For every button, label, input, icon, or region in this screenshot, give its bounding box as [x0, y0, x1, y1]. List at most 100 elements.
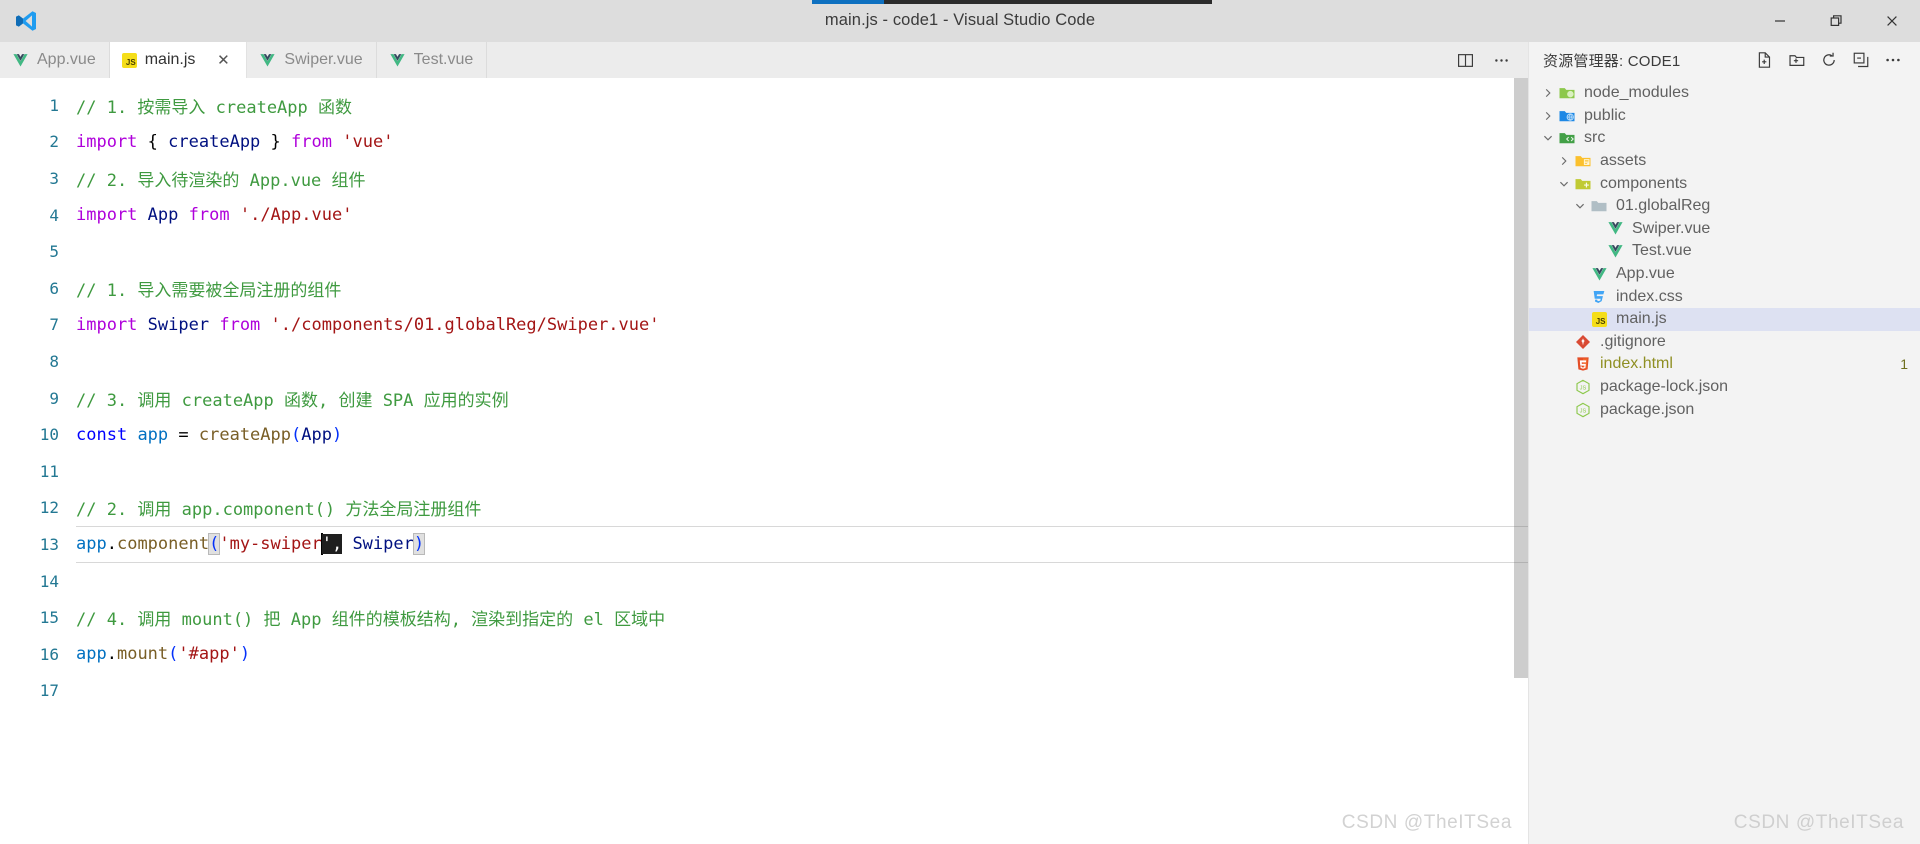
- code-line[interactable]: 8: [0, 343, 1528, 380]
- new-folder-icon[interactable]: [1782, 46, 1812, 74]
- tree-item-icon: [1588, 197, 1610, 215]
- line-number: 6: [49, 278, 59, 298]
- tree-item-package-json[interactable]: JS package.json: [1529, 398, 1920, 421]
- editor-vertical-scrollbar[interactable]: [1514, 78, 1528, 844]
- scrollbar-thumb[interactable]: [1514, 78, 1528, 678]
- code-token: './components/01.globalReg/Swiper.vue': [270, 314, 660, 335]
- editor-tab-bar: App.vue JS main.js ✕ Swiper.vue Test.vue: [0, 42, 1528, 78]
- tree-item-src[interactable]: src: [1529, 127, 1920, 150]
- code-line[interactable]: 2 import { createApp } from 'vue': [0, 124, 1528, 161]
- css-icon: [1591, 289, 1607, 305]
- split-editor-icon[interactable]: [1450, 45, 1480, 75]
- tree-item-label: package-lock.json: [1600, 378, 1729, 396]
- tree-item-main-js[interactable]: JS main.js: [1529, 307, 1920, 331]
- chevron-right-icon[interactable]: [1539, 110, 1556, 122]
- tree-item-icon: [1572, 152, 1594, 170]
- tree-item-app-vue[interactable]: App.vue: [1529, 263, 1920, 286]
- close-button[interactable]: [1864, 0, 1920, 42]
- code-token: // 4. 调用 mount() 把 App 组件的模板结构, 渲染到指定的 e…: [76, 610, 666, 631]
- tree-item-01-globalreg[interactable]: 01.globalReg: [1529, 195, 1920, 218]
- folder-public-icon: [1558, 107, 1576, 125]
- tree-item-public[interactable]: public: [1529, 105, 1920, 128]
- code-token: // 3. 调用 createApp 函数, 创建 SPA 应用的实例: [76, 390, 509, 411]
- code-text: // 2. 导入待渲染的 App.vue 组件: [76, 166, 366, 191]
- code-token: app: [76, 534, 107, 555]
- code-text: const app = createApp(App): [76, 425, 342, 445]
- code-text: app.component('my-swiper', Swiper): [76, 533, 426, 556]
- code-line[interactable]: 1 // 1. 按需导入 createApp 函数: [0, 87, 1528, 124]
- code-line[interactable]: 17: [0, 673, 1528, 710]
- tree-item-icon: [1556, 107, 1578, 125]
- tree-item-index-html[interactable]: index.html 1: [1529, 353, 1920, 376]
- minimize-button[interactable]: [1752, 0, 1808, 42]
- tree-item-node_modules[interactable]: node_modules: [1529, 82, 1920, 105]
- title-bar: main.js - code1 - Visual Studio Code: [0, 0, 1920, 42]
- code-token: createApp: [198, 424, 291, 445]
- code-token: App: [301, 424, 332, 445]
- editor-tab-swiper-vue[interactable]: Swiper.vue: [247, 42, 377, 78]
- tree-item-swiper-vue[interactable]: Swiper.vue: [1529, 218, 1920, 241]
- code-token: '#app': [178, 644, 240, 665]
- folder-src-icon: [1558, 129, 1576, 147]
- code-text: // 2. 调用 app.component() 方法全局注册组件: [76, 495, 481, 520]
- code-line-content: // 1. 按需导入 createApp 函数: [76, 93, 1528, 118]
- code-token: // 1. 导入需要被全局注册的组件: [76, 280, 342, 301]
- chevron-right-icon[interactable]: [1555, 155, 1572, 167]
- tree-item-label: .gitignore: [1600, 332, 1666, 350]
- tree-item-assets[interactable]: assets: [1529, 150, 1920, 173]
- code-token: // 2. 导入待渲染的 App.vue 组件: [76, 170, 366, 191]
- tree-item--gitignore[interactable]: .gitignore: [1529, 331, 1920, 354]
- chevron-down-icon[interactable]: [1539, 132, 1556, 144]
- editor-tab-test-vue[interactable]: Test.vue: [376, 42, 488, 78]
- code-line[interactable]: 12 // 2. 调用 app.component() 方法全局注册组件: [0, 490, 1528, 527]
- tree-item-package-lock-json[interactable]: JS package-lock.json: [1529, 376, 1920, 399]
- code-line-content: app.component('my-swiper', Swiper): [76, 526, 1528, 563]
- chevron-down-icon[interactable]: [1555, 178, 1572, 190]
- chevron-right-icon[interactable]: [1539, 87, 1556, 99]
- tree-item-index-css[interactable]: index.css: [1529, 285, 1920, 308]
- tree-item-icon: [1556, 129, 1578, 147]
- tree-item-components[interactable]: components: [1529, 172, 1920, 195]
- collapse-all-icon[interactable]: [1846, 46, 1876, 74]
- code-line[interactable]: 10 const app = createApp(App): [0, 416, 1528, 453]
- code-line[interactable]: 15 // 4. 调用 mount() 把 App 组件的模板结构, 渲染到指定的…: [0, 599, 1528, 636]
- code-line[interactable]: 9 // 3. 调用 createApp 函数, 创建 SPA 应用的实例: [0, 380, 1528, 417]
- code-line[interactable]: 13 app.component('my-swiper', Swiper): [0, 526, 1528, 563]
- editor-tab-app-vue[interactable]: App.vue: [0, 42, 110, 78]
- code-token: mount: [116, 644, 169, 665]
- tree-item-icon: [1572, 356, 1594, 372]
- maximize-button[interactable]: [1808, 0, 1864, 42]
- tree-item-test-vue[interactable]: Test.vue: [1529, 240, 1920, 263]
- code-line[interactable]: 11: [0, 453, 1528, 490]
- line-number: 14: [39, 571, 59, 591]
- editor-tab-main-js[interactable]: JS main.js ✕: [109, 42, 248, 78]
- code-line[interactable]: 5: [0, 233, 1528, 270]
- code-line[interactable]: 16 app.mount('#app'): [0, 636, 1528, 673]
- code-line[interactable]: 14: [0, 563, 1528, 600]
- code-line[interactable]: 3 // 2. 导入待渲染的 App.vue 组件: [0, 160, 1528, 197]
- code-editor[interactable]: 1 // 1. 按需导入 createApp 函数 2 import { create…: [0, 78, 1528, 844]
- code-text: import App from './App.vue': [76, 205, 352, 225]
- more-actions-ellipsis-icon[interactable]: [1486, 45, 1516, 75]
- code-token: import: [76, 205, 138, 226]
- code-token: 'my-swiper: [219, 534, 322, 555]
- code-token: from: [188, 205, 230, 226]
- code-token: // 1. 按需导入 createApp 函数: [76, 97, 352, 118]
- views-and-more-ellipsis-icon[interactable]: [1878, 46, 1908, 74]
- code-token: import: [76, 314, 138, 335]
- new-file-icon[interactable]: [1750, 46, 1780, 74]
- code-token: component: [116, 534, 210, 555]
- code-line[interactable]: 6 // 1. 导入需要被全局注册的组件: [0, 270, 1528, 307]
- line-number: 8: [49, 351, 59, 371]
- tab-close-icon[interactable]: ✕: [213, 50, 233, 70]
- code-line[interactable]: 4 import App from './App.vue': [0, 197, 1528, 234]
- editor-group: App.vue JS main.js ✕ Swiper.vue Test.vue: [0, 42, 1528, 844]
- chevron-down-icon[interactable]: [1571, 200, 1588, 212]
- code-line-content: // 3. 调用 createApp 函数, 创建 SPA 应用的实例: [76, 386, 1528, 411]
- line-number: 15: [39, 608, 59, 628]
- tree-item-label: Swiper.vue: [1632, 219, 1711, 237]
- code-line[interactable]: 7 import Swiper from './components/01.glo…: [0, 307, 1528, 344]
- refresh-icon[interactable]: [1814, 46, 1844, 74]
